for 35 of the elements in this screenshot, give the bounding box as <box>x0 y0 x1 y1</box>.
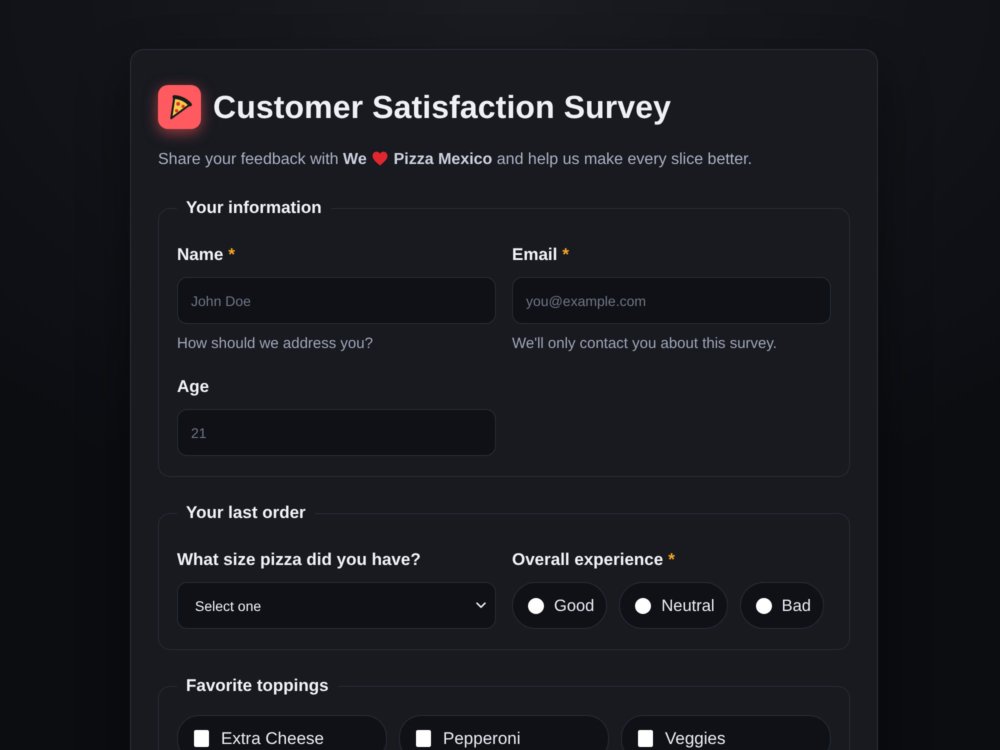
topping-option[interactable]: Veggies <box>621 715 831 750</box>
text-input[interactable]: John Doe <box>177 277 496 324</box>
field-label: Age <box>177 376 210 398</box>
topping-option[interactable]: Extra Cheese <box>177 715 387 750</box>
section-legend: Your last order <box>177 502 315 524</box>
field-label: Email <box>512 244 558 266</box>
helper-text: How should we address you? <box>177 334 374 354</box>
intro-text: Pizza Mexico and help us make every slice better. <box>394 151 752 168</box>
required-mark: * <box>668 549 675 571</box>
section-legend: Your information <box>177 197 331 219</box>
text-input[interactable]: 21 <box>177 409 496 456</box>
survey-title: Customer Satisfaction Survey <box>213 88 672 126</box>
radio-button[interactable] <box>528 598 544 614</box>
checkbox[interactable] <box>194 730 209 747</box>
heart-icon <box>372 151 388 166</box>
intro-text: Share your feedback with We <box>158 151 367 168</box>
helper-text: We'll only contact you about this survey. <box>512 334 778 354</box>
radio-button[interactable] <box>635 598 652 614</box>
rating-option[interactable]: Neutral <box>619 582 728 629</box>
chevron-down-icon <box>476 602 486 609</box>
field-label: Overall experience <box>512 549 664 571</box>
field-label: What size pizza did you have? <box>177 549 421 571</box>
required-mark: * <box>562 244 569 266</box>
size-dropdown[interactable]: Select one <box>177 582 496 629</box>
pizza-slice-icon <box>158 85 201 129</box>
rating-option[interactable]: Bad <box>740 582 824 629</box>
checkbox[interactable] <box>638 730 653 747</box>
radio-button[interactable] <box>756 598 772 614</box>
section-legend: Favorite toppings <box>177 675 338 697</box>
required-mark: * <box>228 244 235 266</box>
text-input[interactable]: you@example.com <box>512 277 831 324</box>
field-label: Name <box>177 244 224 266</box>
topping-option[interactable]: Pepperoni <box>399 715 609 750</box>
checkbox[interactable] <box>416 730 431 747</box>
rating-option[interactable]: Good <box>512 582 608 629</box>
